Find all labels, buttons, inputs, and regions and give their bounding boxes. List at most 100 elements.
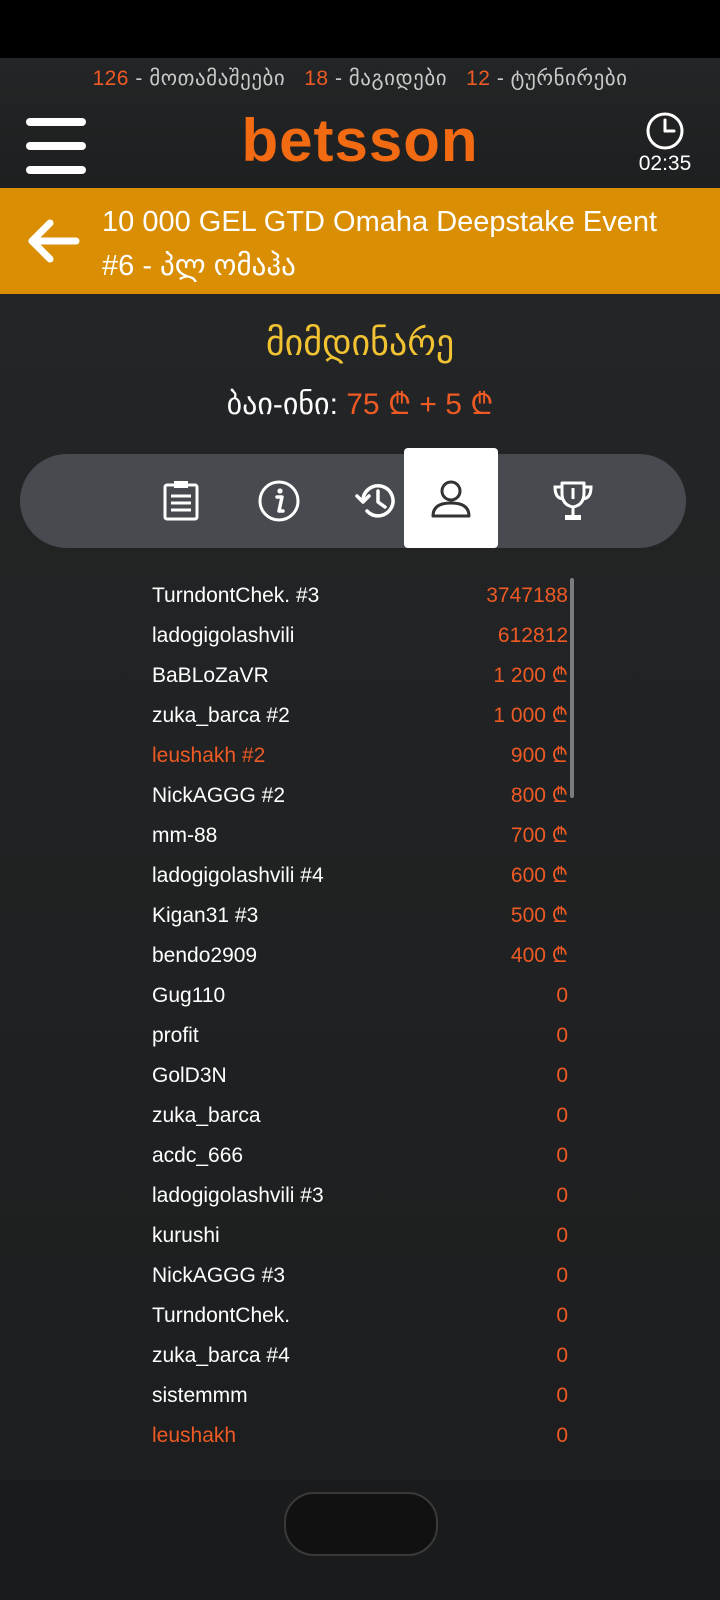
player-prize: 0 bbox=[556, 1184, 568, 1207]
stats-separator: - bbox=[135, 67, 143, 90]
player-row[interactable]: leushakh #2 900 ₾ bbox=[150, 738, 570, 778]
tab-info[interactable] bbox=[232, 454, 326, 548]
player-prize: 0 bbox=[556, 1424, 568, 1447]
scrollbar[interactable] bbox=[570, 578, 574, 798]
clipboard-icon bbox=[163, 481, 199, 521]
home-button[interactable] bbox=[284, 1492, 438, 1556]
player-name: leushakh #2 bbox=[152, 744, 266, 767]
tournament-title-line2: #6 - პლ ომაჰა bbox=[102, 250, 296, 282]
player-name: GolD3N bbox=[152, 1064, 227, 1087]
buyin-label: ბაი-ინი: bbox=[226, 388, 338, 421]
player-name: zuka_barca #2 bbox=[152, 704, 290, 727]
player-row[interactable]: TurndontChek. 0 bbox=[150, 1298, 570, 1338]
player-name: ladogigolashvili #4 bbox=[152, 864, 324, 887]
tables-label: მაგიდები bbox=[348, 67, 448, 90]
system-status-bar bbox=[0, 0, 720, 58]
player-row[interactable]: profit 0 bbox=[150, 1018, 570, 1058]
app-root: 126 - მოთამაშეები 18 - მაგიდები 12 - ტურ… bbox=[0, 0, 720, 1600]
player-name: ladogigolashvili bbox=[152, 624, 295, 647]
stats-separator: - bbox=[334, 67, 343, 90]
player-prize: 3747188 bbox=[486, 584, 568, 607]
player-name: leushakh bbox=[152, 1424, 237, 1447]
player-prize: 0 bbox=[556, 1344, 568, 1367]
player-row[interactable]: kurushi 0 bbox=[150, 1218, 570, 1258]
player-row[interactable]: leushakh 0 bbox=[150, 1418, 570, 1458]
player-prize: 0 bbox=[556, 1384, 568, 1407]
player-name: TurndontChek. bbox=[152, 1304, 291, 1327]
lobby-stats: 126 - მოთამაშეები 18 - მაგიდები 12 - ტურ… bbox=[0, 66, 720, 91]
player-prize: 500 ₾ bbox=[510, 904, 568, 927]
tab-details[interactable] bbox=[134, 454, 228, 548]
player-row[interactable]: BaBLoZaVR 1 200 ₾ bbox=[150, 658, 570, 698]
player-row[interactable]: TurndontChek. #3 3747188 bbox=[150, 578, 570, 618]
clock-icon[interactable] bbox=[644, 110, 686, 152]
trophy-icon bbox=[553, 481, 593, 520]
tournament-title: 10 000 GEL GTD Omaha Deepstake Event #6 … bbox=[102, 200, 702, 288]
player-prize: 0 bbox=[556, 984, 568, 1007]
player-prize: 400 ₾ bbox=[510, 944, 568, 967]
player-prize: 800 ₾ bbox=[510, 784, 568, 807]
player-name: ladogigolashvili #3 bbox=[152, 1184, 324, 1207]
player-prize: 900 ₾ bbox=[510, 744, 568, 767]
player-prize: 1 200 ₾ bbox=[493, 664, 568, 687]
player-row[interactable]: Kigan31 #3 500 ₾ bbox=[150, 898, 570, 938]
player-row[interactable]: ladogigolashvili 612812 bbox=[150, 618, 570, 658]
player-name: Kigan31 #3 bbox=[152, 904, 259, 927]
tab-prizes[interactable] bbox=[526, 454, 620, 548]
history-icon bbox=[355, 484, 395, 518]
player-prize: 0 bbox=[556, 1304, 568, 1327]
player-prize: 0 bbox=[556, 1064, 568, 1087]
player-row[interactable]: ladogigolashvili #4 600 ₾ bbox=[150, 858, 570, 898]
player-row[interactable]: zuka_barca 0 bbox=[150, 1098, 570, 1138]
tournament-content: მიმდინარე ბაი-ინი: 75 ₾ + 5 ₾ TurndontCh… bbox=[0, 294, 720, 1480]
player-row[interactable]: sistemmm 0 bbox=[150, 1378, 570, 1418]
player-row[interactable]: bendo2909 400 ₾ bbox=[150, 938, 570, 978]
stats-separator: - bbox=[496, 67, 505, 90]
player-prize: 0 bbox=[556, 1024, 568, 1047]
player-name: Gug110 bbox=[152, 984, 226, 1007]
user-icon bbox=[431, 480, 471, 518]
player-name: zuka_barca #4 bbox=[152, 1344, 290, 1367]
player-name: NickAGGG #2 bbox=[152, 784, 286, 807]
player-row[interactable]: zuka_barca #2 1 000 ₾ bbox=[150, 698, 570, 738]
player-row[interactable]: ladogigolashvili #3 0 bbox=[150, 1178, 570, 1218]
player-row[interactable]: acdc_666 0 bbox=[150, 1138, 570, 1178]
info-icon bbox=[258, 480, 300, 522]
players-label: მოთამაშეები bbox=[149, 67, 286, 90]
players-list[interactable]: TurndontChek. #3 3747188 ladogigolashvili 6… bbox=[150, 578, 570, 1458]
player-row[interactable]: Gug110 0 bbox=[150, 978, 570, 1018]
player-row[interactable]: NickAGGG #2 800 ₾ bbox=[150, 778, 570, 818]
player-name: profit bbox=[152, 1024, 199, 1047]
tournaments-label: ტურნირები bbox=[510, 67, 628, 90]
player-prize: 0 bbox=[556, 1144, 568, 1167]
player-prize: 0 bbox=[556, 1264, 568, 1287]
tournament-status: მიმდინარე bbox=[265, 322, 455, 363]
player-name: sistemmm bbox=[152, 1384, 248, 1407]
buyin-info: ბაი-ინი: 75 ₾ + 5 ₾ bbox=[0, 382, 720, 423]
betsson-logo: betsson bbox=[241, 107, 479, 174]
top-bar: 126 - მოთამაშეები 18 - მაგიდები 12 - ტურ… bbox=[0, 58, 720, 188]
player-prize: 1 000 ₾ bbox=[493, 704, 568, 727]
back-arrow-icon[interactable] bbox=[26, 218, 82, 264]
system-nav-bar bbox=[0, 1480, 720, 1600]
player-name: bendo2909 bbox=[152, 944, 258, 967]
player-name: BaBLoZaVR bbox=[152, 664, 269, 687]
tables-count: 18 bbox=[304, 67, 329, 90]
player-row[interactable]: zuka_barca #4 0 bbox=[150, 1338, 570, 1378]
player-row[interactable]: mm-88 700 ₾ bbox=[150, 818, 570, 858]
players-count: 126 bbox=[92, 67, 129, 90]
player-prize: 612812 bbox=[497, 624, 568, 647]
player-row[interactable]: GolD3N 0 bbox=[150, 1058, 570, 1098]
player-name: kurushi bbox=[152, 1224, 220, 1247]
tournament-title-bar: 10 000 GEL GTD Omaha Deepstake Event #6 … bbox=[0, 188, 720, 294]
tournaments-count: 12 bbox=[466, 67, 491, 90]
player-name: zuka_barca bbox=[152, 1104, 261, 1127]
tournament-tabs bbox=[20, 448, 686, 548]
tournament-title-line1: 10 000 GEL GTD Omaha Deepstake Event bbox=[102, 206, 658, 238]
player-name: TurndontChek. #3 bbox=[152, 584, 320, 607]
player-name: mm-88 bbox=[152, 824, 218, 847]
player-row[interactable]: NickAGGG #3 0 bbox=[150, 1258, 570, 1298]
player-prize: 0 bbox=[556, 1104, 568, 1127]
player-prize: 600 ₾ bbox=[510, 864, 568, 887]
tab-players[interactable] bbox=[404, 448, 498, 548]
